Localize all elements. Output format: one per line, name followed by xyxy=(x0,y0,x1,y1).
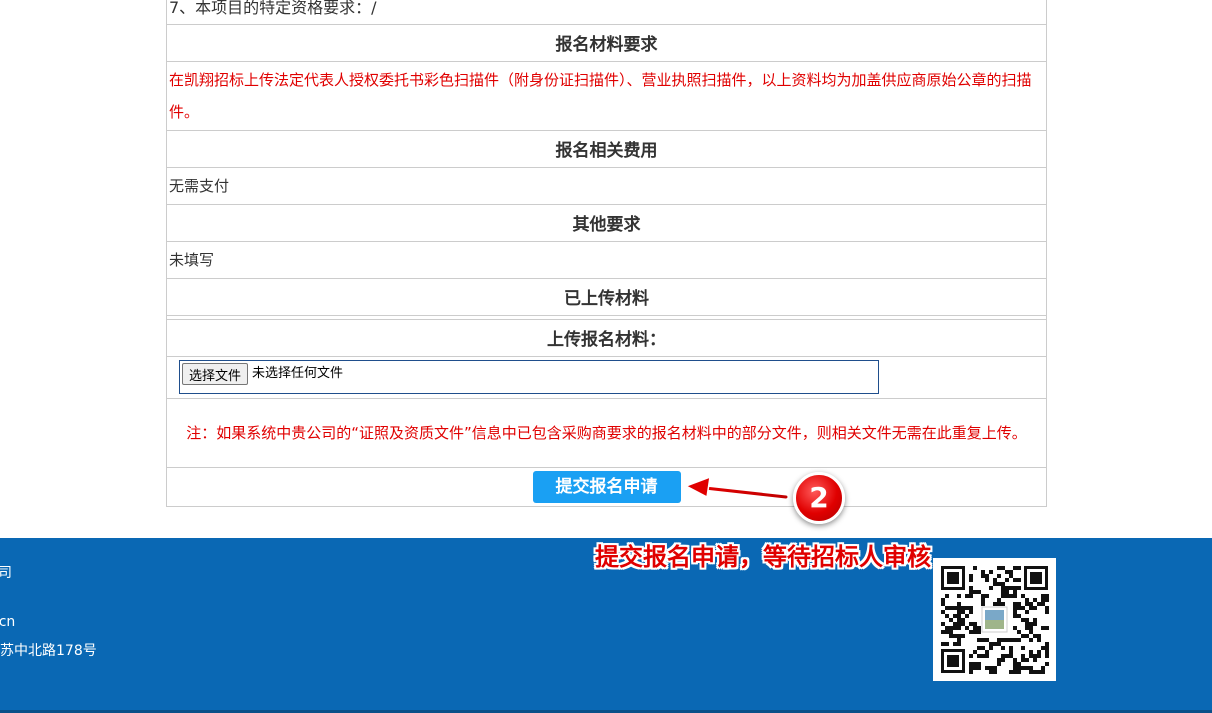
footer-address: 县苏中北路178号 xyxy=(0,643,97,659)
materials-text-row: 在凯翔招标上传法定代表人授权委托书彩色扫描件（附身份证扫描件）、营业执照扫描件，… xyxy=(166,60,1047,131)
file-status-text: 未选择任何文件 xyxy=(252,366,344,381)
fees-title: 报名相关费用 xyxy=(166,129,1047,168)
step-badge: 2 xyxy=(793,472,845,524)
annotation-caption: 提交报名申请，等待招标人审核 xyxy=(595,542,931,571)
materials-requirement-text: 在凯翔招标上传法定代表人授权委托书彩色扫描件（附身份证扫描件）、营业执照扫描件，… xyxy=(166,60,1047,131)
qr-code-icon xyxy=(933,558,1056,681)
footer-company: 公司 xyxy=(0,565,12,581)
registration-form-table: 7、本项目的特定资格要求：/ 报名材料要求 在凯翔招标上传法定代表人授权委托书彩… xyxy=(166,0,1047,507)
submit-row: 提交报名申请 xyxy=(166,466,1047,507)
choose-file-button[interactable]: 选择文件 xyxy=(182,363,249,385)
fees-text-row: 无需支付 xyxy=(166,166,1047,205)
materials-header-row: 报名材料要求 xyxy=(166,23,1047,62)
materials-title: 报名材料要求 xyxy=(166,23,1047,62)
file-input[interactable]: 选择文件 未选择任何文件 xyxy=(179,360,879,394)
qualification-row: 7、本项目的特定资格要求：/ xyxy=(166,0,1047,25)
note-row: 注：如果系统中贵公司的“证照及资质文件”信息中已包含采购商要求的报名材料中的部分… xyxy=(166,397,1047,468)
upload-note: 注：如果系统中贵公司的“证照及资质文件”信息中已包含采购商要求的报名材料中的部分… xyxy=(166,397,1047,468)
other-header-row: 其他要求 xyxy=(166,203,1047,242)
uploaded-title: 已上传材料 xyxy=(166,277,1047,316)
other-text: 未填写 xyxy=(166,240,1047,279)
page: 7、本项目的特定资格要求：/ 报名材料要求 在凯翔招标上传法定代表人授权委托书彩… xyxy=(0,0,1212,713)
fees-header-row: 报名相关费用 xyxy=(166,129,1047,168)
other-text-row: 未填写 xyxy=(166,240,1047,279)
file-input-row: 选择文件 未选择任何文件 xyxy=(166,355,1047,399)
submit-registration-button[interactable]: 提交报名申请 xyxy=(532,470,681,503)
submit-cell: 提交报名申请 xyxy=(166,466,1047,507)
file-input-cell: 选择文件 未选择任何文件 xyxy=(166,355,1047,399)
other-title: 其他要求 xyxy=(166,203,1047,242)
footer-website[interactable]: x.cn xyxy=(0,614,15,630)
uploaded-header-row: 已上传材料 xyxy=(166,277,1047,316)
fees-text: 无需支付 xyxy=(166,166,1047,205)
upload-title: 上传报名材料： xyxy=(166,318,1047,357)
upload-header-row: 上传报名材料： xyxy=(166,318,1047,357)
qualification-text: 7、本项目的特定资格要求：/ xyxy=(166,0,1047,25)
